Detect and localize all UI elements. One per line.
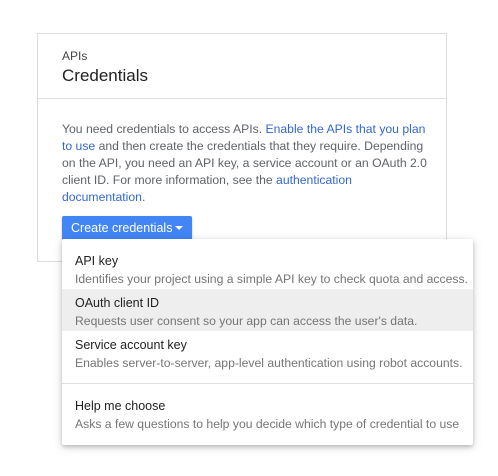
section-eyebrow: APIs [62,49,88,63]
credentials-description: You need credentials to access APIs. Ena… [62,121,428,206]
menu-item-title: Service account key [75,338,187,352]
menu-item-oauth-client-id[interactable]: OAuth client ID Requests user consent so… [62,289,473,331]
create-credentials-menu: API key Identifies your project using a … [62,239,473,445]
description-text-3: . [141,190,146,204]
menu-item-subtitle: Identifies your project using a simple A… [75,272,468,286]
menu-item-api-key[interactable]: API key Identifies your project using a … [62,247,473,289]
create-credentials-button[interactable]: Create credentials [62,216,192,240]
caret-down-icon [175,226,183,230]
description-text-1: You need credentials to access APIs. [62,122,266,136]
menu-item-help-me-choose[interactable]: Help me choose Asks a few questions to h… [62,392,473,434]
create-credentials-label: Create credentials [71,221,173,235]
credentials-card: APIs Credentials You need credentials to… [37,33,447,262]
card-header: APIs Credentials [38,34,446,99]
menu-divider [62,383,473,384]
menu-item-subtitle: Asks a few questions to help you decide … [75,417,460,431]
menu-item-subtitle: Enables server-to-server, app-level auth… [75,356,463,370]
menu-item-service-account-key[interactable]: Service account key Enables server-to-se… [62,331,473,373]
menu-item-title: OAuth client ID [75,296,160,310]
menu-item-title: API key [75,254,119,268]
description-text-2: and then create the credentials that the… [62,139,427,187]
menu-item-title: Help me choose [75,399,166,413]
page-title: Credentials [62,66,148,85]
menu-item-subtitle: Requests user consent so your app can ac… [75,314,418,328]
